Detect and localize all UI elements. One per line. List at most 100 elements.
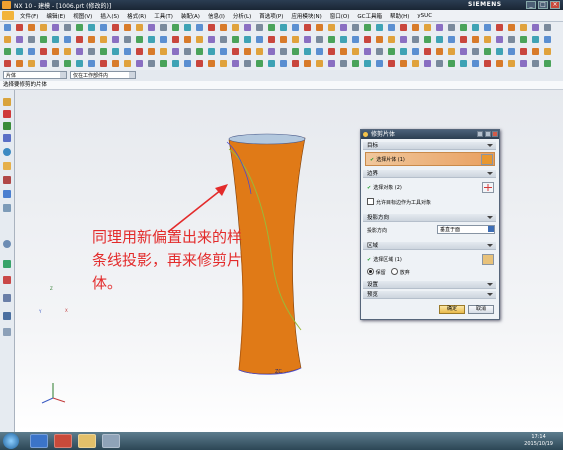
menu-insert[interactable]: 插入(S) <box>96 12 123 20</box>
toolbar-tool-icon[interactable] <box>28 60 35 67</box>
palette-icon[interactable] <box>3 328 11 336</box>
toolbar-tool-icon[interactable] <box>244 36 251 43</box>
toolbar-tool-icon[interactable] <box>364 24 371 31</box>
toolbar-tool-icon[interactable] <box>304 60 311 67</box>
toolbar-tool-icon[interactable] <box>220 36 227 43</box>
toolbar-tool-icon[interactable] <box>112 60 119 67</box>
toolbar-tool-icon[interactable] <box>388 36 395 43</box>
toolbar-tool-icon[interactable] <box>148 48 155 55</box>
toolbar-tool-icon[interactable] <box>448 24 455 31</box>
toolbar-tool-icon[interactable] <box>40 60 47 67</box>
toolbar-tool-icon[interactable] <box>184 36 191 43</box>
toolbar-tool-icon[interactable] <box>124 48 131 55</box>
section-boundary[interactable]: 边界 <box>363 170 496 178</box>
toolbar-tool-icon[interactable] <box>184 24 191 31</box>
menu-help[interactable]: 帮助(H) <box>386 12 413 20</box>
toolbar-tool-icon[interactable] <box>496 48 503 55</box>
toolbar-tool-icon[interactable] <box>340 60 347 67</box>
toolbar-tool-icon[interactable] <box>352 36 359 43</box>
toolbar-tool-icon[interactable] <box>40 48 47 55</box>
toolbar-tool-icon[interactable] <box>172 60 179 67</box>
toolbar-tool-icon[interactable] <box>448 60 455 67</box>
toolbar-tool-icon[interactable] <box>148 60 155 67</box>
toolbar-tool-icon[interactable] <box>256 24 263 31</box>
toolbar-tool-icon[interactable] <box>220 24 227 31</box>
toolbar-tool-icon[interactable] <box>316 60 323 67</box>
menu-information[interactable]: 信息(I) <box>204 12 229 20</box>
toolbar-tool-icon[interactable] <box>256 36 263 43</box>
toolbar-tool-icon[interactable] <box>364 36 371 43</box>
toolbar-tool-icon[interactable] <box>52 60 59 67</box>
toolbar-tool-icon[interactable] <box>208 24 215 31</box>
assembly-navigator-icon[interactable] <box>3 110 11 118</box>
toolbar-tool-icon[interactable] <box>352 60 359 67</box>
toolbar-tool-icon[interactable] <box>100 36 107 43</box>
toolbar-tool-icon[interactable] <box>412 36 419 43</box>
toolbar-tool-icon[interactable] <box>268 48 275 55</box>
toolbar-tool-icon[interactable] <box>52 48 59 55</box>
toolbar-tool-icon[interactable] <box>64 48 71 55</box>
toolbar-tool-icon[interactable] <box>160 48 167 55</box>
toolbar-tool-icon[interactable] <box>256 60 263 67</box>
toolbar-tool-icon[interactable] <box>196 48 203 55</box>
toolbar-tool-icon[interactable] <box>508 60 515 67</box>
toolbar-tool-icon[interactable] <box>244 48 251 55</box>
toolbar-tool-icon[interactable] <box>388 48 395 55</box>
select-sheet-icon[interactable] <box>481 154 493 165</box>
toolbar-tool-icon[interactable] <box>64 24 71 31</box>
toolbar-tool-icon[interactable] <box>496 24 503 31</box>
toolbar-tool-icon[interactable] <box>208 48 215 55</box>
hd3d-tools-icon[interactable] <box>3 276 11 284</box>
toolbar-tool-icon[interactable] <box>376 24 383 31</box>
toolbar-tool-icon[interactable] <box>172 36 179 43</box>
toolbar-tool-icon[interactable] <box>388 60 395 67</box>
allow-target-edges-checkbox[interactable] <box>367 198 374 205</box>
toolbar-tool-icon[interactable] <box>76 36 83 43</box>
toolbar-tool-icon[interactable] <box>256 48 263 55</box>
toolbar-tool-icon[interactable] <box>40 24 47 31</box>
toolbar-tool-icon[interactable] <box>400 24 407 31</box>
toolbar-tool-icon[interactable] <box>40 36 47 43</box>
toolbar-tool-icon[interactable] <box>484 36 491 43</box>
toolbar-tool-icon[interactable] <box>460 24 467 31</box>
section-region[interactable]: 区域 <box>363 242 496 250</box>
part-navigator-icon[interactable] <box>3 134 11 142</box>
toolbar-tool-icon[interactable] <box>472 48 479 55</box>
toolbar-tool-icon[interactable] <box>112 48 119 55</box>
start-menu-icon[interactable] <box>2 11 14 20</box>
toolbar-tool-icon[interactable] <box>340 36 347 43</box>
reset-icon[interactable] <box>477 131 483 137</box>
toolbar-tool-icon[interactable] <box>472 36 479 43</box>
toolbar-tool-icon[interactable] <box>424 48 431 55</box>
toolbar-tool-icon[interactable] <box>28 48 35 55</box>
toolbar-tool-icon[interactable] <box>328 36 335 43</box>
toolbar-tool-icon[interactable] <box>232 36 239 43</box>
toolbar-tool-icon[interactable] <box>196 60 203 67</box>
expand-icon[interactable] <box>485 131 491 137</box>
toolbar-tool-icon[interactable] <box>304 36 311 43</box>
toolbar-tool-icon[interactable] <box>160 24 167 31</box>
toolbar-tool-icon[interactable] <box>16 60 23 67</box>
toolbar-tool-icon[interactable] <box>4 24 11 31</box>
toolbar-tool-icon[interactable] <box>208 36 215 43</box>
toolbar-tool-icon[interactable] <box>52 36 59 43</box>
toolbar-tool-icon[interactable] <box>76 24 83 31</box>
toolbar-tool-icon[interactable] <box>28 24 35 31</box>
toolbar-tool-icon[interactable] <box>376 36 383 43</box>
toolbar-tool-icon[interactable] <box>88 24 95 31</box>
manufacturing-wizard-icon[interactable] <box>3 312 11 320</box>
toolbar-tool-icon[interactable] <box>460 48 467 55</box>
web-browser-icon[interactable] <box>3 162 11 170</box>
section-settings[interactable]: 设置 <box>363 281 496 289</box>
toolbar-tool-icon[interactable] <box>112 24 119 31</box>
toolbar-tool-icon[interactable] <box>136 36 143 43</box>
toolbar-tool-icon[interactable] <box>436 24 443 31</box>
history-icon[interactable] <box>3 176 11 184</box>
toolbar-tool-icon[interactable] <box>292 60 299 67</box>
taskbar-app-1-icon[interactable] <box>30 434 48 448</box>
toolbar-tool-icon[interactable] <box>124 36 131 43</box>
settings-icon[interactable] <box>3 98 11 106</box>
toolbar-tool-icon[interactable] <box>508 48 515 55</box>
toolbar-tool-icon[interactable] <box>16 36 23 43</box>
toolbar-tool-icon[interactable] <box>436 48 443 55</box>
